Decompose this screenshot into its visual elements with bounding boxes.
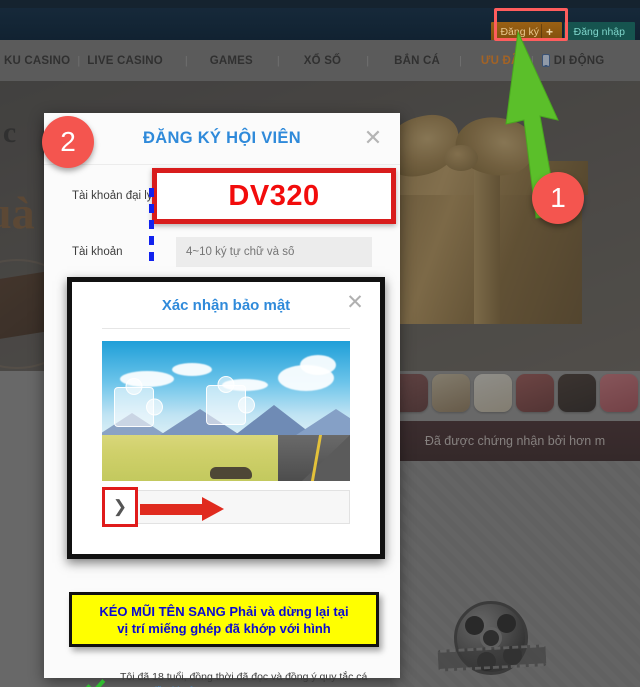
cloud: [300, 355, 336, 375]
checkmark-icon[interactable]: [88, 670, 110, 687]
browser-top-strip: [0, 0, 640, 8]
register-modal-title: ĐĂNG KÝ HỘI VIÊN: [143, 129, 301, 147]
roadside-bush: [210, 467, 252, 479]
certified-banner: Đã được chứng nhận bởi hơn m: [390, 421, 640, 461]
instruction-text: KÉO MŨI TÊN SANG Phải và dừng lại tại vị…: [99, 603, 348, 637]
nav-item-xổ-số[interactable]: XỔ SỐ: [304, 55, 341, 67]
nav-separator: |: [459, 54, 462, 67]
app-icon[interactable]: [474, 374, 512, 412]
instruction-callout: KÉO MŨI TÊN SANG Phải và dừng lại tại vị…: [69, 592, 379, 647]
nav-item-label: XỔ SỐ: [303, 54, 342, 67]
nav-separator: |: [77, 54, 81, 67]
arrow-head: [202, 497, 224, 521]
puzzle-piece: [206, 385, 246, 425]
hero-headline-1: nh c: [0, 116, 17, 149]
app-icon[interactable]: [558, 374, 596, 412]
close-icon[interactable]: ✕: [362, 127, 384, 150]
app-icon-row: [390, 369, 640, 417]
nav-item-ku-casino[interactable]: KU CASINO: [4, 55, 70, 67]
nav-item-label: LIVE CASINO: [87, 54, 163, 67]
captcha-modal: Xác nhận bảo mật ✕ ❯: [67, 277, 385, 559]
step-marker-2: 2: [42, 116, 94, 168]
target-position-marker: [149, 188, 154, 266]
captcha-modal-title: Xác nhận bảo mật: [161, 296, 291, 314]
nav-item-label: KU CASINO: [4, 54, 71, 67]
step-marker-1: 1: [532, 172, 584, 224]
drag-direction-arrow: [140, 497, 224, 521]
cloud: [172, 363, 212, 376]
reel-hole: [497, 614, 516, 633]
agent-code-value: DV320: [228, 179, 320, 212]
nav-item-bắn-cá[interactable]: BẮN CÁ: [394, 55, 440, 67]
nav-separator: |: [276, 54, 280, 67]
hero-headline-2: uà: [0, 187, 35, 238]
register-modal-header: ĐĂNG KÝ HỘI VIÊN: [44, 113, 400, 165]
nav-separator: |: [366, 54, 370, 67]
instruction-line-2: vị trí miếng ghép đã khớp với hình: [117, 620, 331, 636]
step-marker-2-number: 2: [60, 126, 76, 157]
account-field-row: Tài khoản: [72, 237, 372, 267]
road-perspective: [302, 435, 350, 481]
agree-terms-row: Tôi đã 18 tuổi, đồng thời đã đọc và đồng…: [88, 670, 388, 687]
app-icon[interactable]: [600, 374, 638, 412]
nav-item-label: BẮN CÁ: [394, 54, 440, 67]
captcha-slider-handle[interactable]: ❯: [102, 487, 138, 527]
puzzle-piece-slot: [114, 387, 154, 427]
reel-hole: [465, 616, 484, 635]
agent-code-callout: DV320: [152, 168, 396, 224]
account-label: Tài khoản: [72, 246, 123, 258]
instruction-line-1: KÉO MŨI TÊN SANG Phải và dừng lại tại: [99, 603, 349, 619]
screenshot-root: Đăng ký + Đăng nhập KU CASINO | LIVE CASIN…: [0, 0, 640, 687]
arrow-shaft: [140, 504, 206, 515]
captcha-modal-header: Xác nhận bảo mật: [72, 282, 380, 328]
nav-item-games[interactable]: GAMES: [210, 55, 253, 67]
certified-banner-text: Đã được chứng nhận bởi hơn m: [424, 434, 606, 448]
app-icon[interactable]: [432, 374, 470, 412]
account-input[interactable]: [176, 237, 372, 267]
captcha-divider: [102, 328, 350, 329]
nav-item-label: GAMES: [209, 54, 253, 67]
app-icon[interactable]: [516, 374, 554, 412]
captcha-image: [102, 341, 350, 481]
nav-item-live-casino[interactable]: LIVE CASINO: [87, 55, 163, 67]
captcha-close-icon[interactable]: ✕: [344, 292, 366, 314]
nav-separator: |: [184, 54, 188, 67]
field-region: [102, 435, 350, 481]
gift-bow-knot: [444, 145, 478, 171]
step-marker-1-number: 1: [550, 182, 566, 213]
agree-terms-text: Tôi đã 18 tuổi, đồng thời đã đọc và đồng…: [120, 670, 386, 687]
